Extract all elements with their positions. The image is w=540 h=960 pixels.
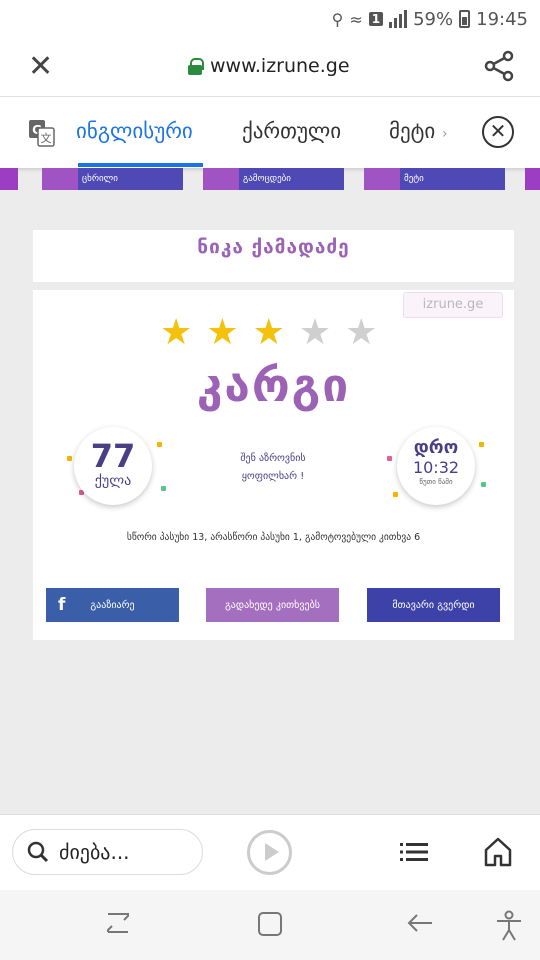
lock-icon: [188, 58, 204, 75]
status-bar: ⚲ ≈ 1 59% 19:45: [0, 0, 540, 38]
user-name: ნიკა ქამადაძე: [197, 236, 350, 258]
accessibility-icon[interactable]: [494, 910, 524, 942]
exams-icon: [203, 168, 239, 190]
score-value: 77: [90, 437, 136, 475]
watermark: izrune.ge: [403, 292, 503, 318]
star-empty-icon: ★: [345, 312, 378, 353]
share-icon[interactable]: [484, 50, 514, 82]
tab-more[interactable]: მეტი ›: [389, 119, 448, 143]
message-line: ყოფილხარ !: [241, 471, 305, 482]
user-name-card: ნიკა ქამადაძე: [33, 230, 514, 282]
search-field[interactable]: ძიება...: [12, 829, 203, 875]
play-icon[interactable]: [247, 830, 292, 875]
tab-georgian[interactable]: ქართული: [242, 119, 341, 143]
confetti: [161, 486, 166, 491]
url-text: www.izrune.ge: [210, 55, 350, 77]
battery-percent: 59%: [413, 8, 454, 30]
location-icon: ⚲: [331, 9, 344, 29]
clock: 19:45: [476, 8, 528, 30]
search-placeholder: ძიება...: [59, 840, 130, 864]
time-sub: წუთი წამი: [419, 478, 453, 486]
star-filled-icon: ★: [206, 312, 239, 353]
tab-more-label: მეტი: [389, 119, 436, 143]
nav-tile-label: ცხრილი: [82, 174, 118, 184]
battery-icon: [459, 10, 471, 28]
confetti: [481, 482, 486, 487]
time-badge: დრო 10:32 წუთი წამი: [397, 427, 475, 505]
star-empty-icon: ★: [298, 312, 332, 353]
bottom-toolbar: ძიება...: [0, 814, 540, 890]
confetti: [479, 442, 484, 447]
home-page-button[interactable]: მთავარი გვერდი: [367, 588, 500, 622]
share-button-label: გააზიარე: [90, 599, 135, 611]
rating-stars: ★ ★ ★ ★ ★: [160, 315, 377, 351]
review-questions-button[interactable]: გადახედე კითხვებს: [206, 588, 339, 622]
url-bar: ✕ www.izrune.ge: [0, 38, 540, 96]
recent-apps-icon[interactable]: [104, 910, 132, 936]
svg-text:文: 文: [41, 131, 52, 145]
star-filled-icon: ★: [252, 312, 285, 353]
facebook-icon: f: [58, 595, 66, 615]
android-nav-bar: [0, 890, 540, 960]
nav-edge-left: [0, 168, 18, 190]
result-message: შენ აზროვნის ყოფილხარ !: [203, 450, 343, 486]
confetti: [157, 442, 162, 447]
close-icon[interactable]: ✕: [28, 52, 53, 82]
message-line: შენ აზროვნის: [240, 453, 306, 464]
nav-edge-right: [525, 168, 540, 190]
more-icon: [364, 168, 400, 190]
nav-tile-table[interactable]: ცხრილი: [42, 168, 183, 190]
confetti: [393, 492, 398, 497]
nav-tile-exams[interactable]: გამოცდები: [203, 168, 344, 190]
search-icon: [27, 841, 49, 863]
nav-tile-more[interactable]: მეტი: [364, 168, 505, 190]
time-label: დრო: [413, 437, 459, 458]
sim-indicator: 1: [368, 12, 384, 26]
address-field[interactable]: www.izrune.ge: [188, 55, 350, 77]
wifi-icon: ≈: [349, 9, 363, 29]
confetti: [67, 456, 72, 461]
answer-stats: სწორი პასუხი 13, არასწორი პასუხი 1, გამო…: [126, 532, 421, 543]
menu-icon[interactable]: [400, 842, 428, 862]
close-translate-icon[interactable]: ✕: [482, 116, 514, 148]
review-button-label: გადახედე კითხვებს: [225, 599, 320, 611]
home-icon[interactable]: [484, 837, 512, 867]
translate-bar: G 文 ინგლისური ქართული მეტი › ✕: [0, 96, 540, 168]
signal-icon: [389, 10, 408, 28]
time-value: 10:32: [412, 458, 460, 477]
home-square-icon[interactable]: [256, 910, 284, 938]
site-nav: ცხრილი გამოცდები მეტი: [0, 168, 540, 192]
table-icon: [42, 168, 78, 190]
confetti: [387, 456, 392, 461]
grade-label: კარგი: [196, 358, 351, 412]
score-badge: 77 ქულა: [74, 427, 152, 505]
google-translate-icon: G 文: [29, 120, 55, 147]
tab-english[interactable]: ინგლისური: [76, 119, 193, 143]
active-tab-indicator: [78, 163, 203, 167]
back-arrow-icon[interactable]: [406, 910, 434, 936]
result-card: izrune.ge ★ ★ ★ ★ ★ კარგი 77 ქულა შენ აზ…: [33, 290, 514, 640]
nav-tile-label: გამოცდები: [243, 174, 291, 184]
star-filled-icon: ★: [160, 312, 193, 353]
home-button-label: მთავარი გვერდი: [392, 599, 475, 611]
share-facebook-button[interactable]: f გააზიარე: [46, 588, 179, 622]
chevron-right-icon: ›: [441, 126, 448, 142]
score-unit: ქულა: [94, 473, 132, 489]
nav-tile-label: მეტი: [404, 174, 424, 184]
